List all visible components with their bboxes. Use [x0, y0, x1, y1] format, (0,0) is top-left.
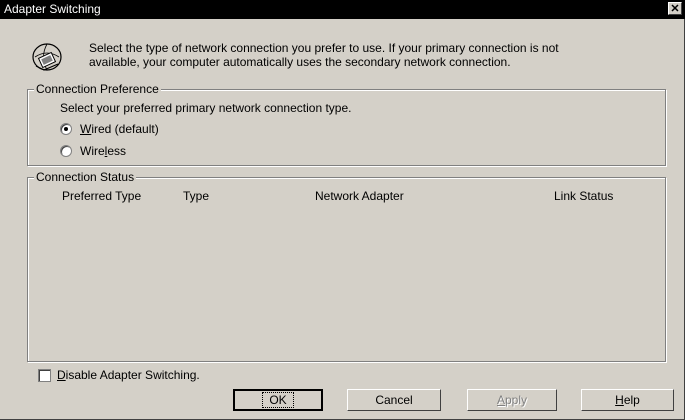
column-network-adapter[interactable]: Network Adapter	[315, 189, 404, 203]
column-preferred-type[interactable]: Preferred Type	[62, 189, 141, 203]
close-button[interactable]: ✕	[668, 2, 682, 15]
network-connection-icon	[32, 43, 62, 71]
disable-adapter-switching-option[interactable]: Disable Adapter Switching.	[38, 368, 200, 382]
apply-button-label: Apply	[496, 393, 528, 407]
ok-button-label: OK	[262, 392, 294, 408]
intro-line-2: available, your computer automatically u…	[89, 55, 511, 69]
wired-radio-label: Wired (default)	[80, 122, 159, 136]
ok-button[interactable]: OK	[233, 389, 323, 411]
preference-description: Select your preferred primary network co…	[60, 101, 352, 115]
column-link-status[interactable]: Link Status	[554, 189, 613, 203]
wireless-radio[interactable]	[60, 145, 72, 157]
help-button-label: Help	[615, 393, 640, 407]
connection-preference-group: Connection Preference Select your prefer…	[27, 82, 666, 166]
cancel-button-label: Cancel	[375, 393, 413, 407]
connection-status-group: Connection Status Preferred Type Type Ne…	[27, 170, 666, 362]
title-bar[interactable]: Adapter Switching ✕	[0, 0, 685, 19]
wireless-radio-label: Wireless	[80, 144, 127, 158]
connection-status-title: Connection Status	[34, 170, 137, 184]
cancel-button[interactable]: Cancel	[347, 389, 441, 411]
intro-line-1: Select the type of network connection yo…	[89, 41, 559, 55]
apply-button[interactable]: Apply	[467, 389, 557, 411]
help-button[interactable]: Help	[581, 389, 674, 411]
adapter-switching-dialog: Adapter Switching ✕ Select the type of n…	[0, 0, 685, 420]
wired-radio-option[interactable]: Wired (default)	[60, 122, 159, 136]
window-title: Adapter Switching	[4, 2, 101, 16]
connection-preference-title: Connection Preference	[34, 82, 161, 96]
disable-adapter-switching-checkbox[interactable]	[38, 368, 51, 382]
column-type[interactable]: Type	[183, 189, 209, 203]
intro-text: Select the type of network connection yo…	[89, 41, 609, 69]
wireless-radio-option[interactable]: Wireless	[60, 144, 126, 158]
disable-adapter-switching-label: Disable Adapter Switching.	[57, 368, 200, 382]
wired-radio[interactable]	[60, 123, 72, 135]
